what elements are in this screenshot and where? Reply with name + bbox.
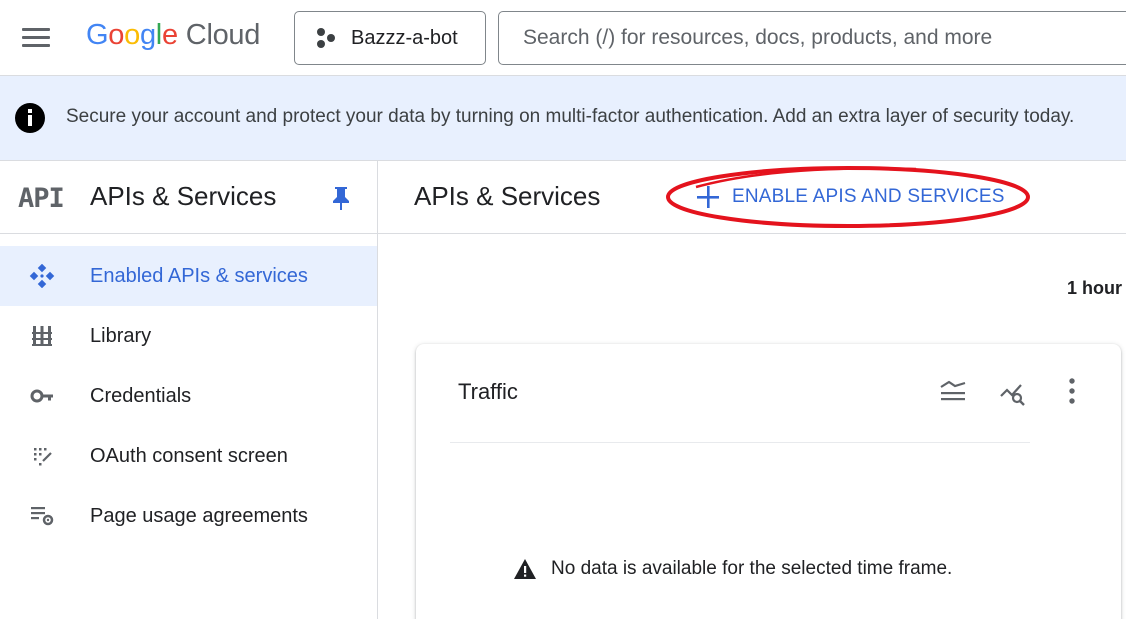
sidebar-item-label: OAuth consent screen [90,445,288,467]
search-input[interactable] [523,26,1126,50]
plus-icon [697,186,719,208]
logo-letter: e [161,19,178,51]
sidebar-item-label: Library [90,325,152,347]
enable-apis-label: ENABLE APIS AND SERVICES [732,186,1005,207]
empty-state-message: No data is available for the selected ti… [551,558,953,579]
sidebar-item-credentials[interactable]: Credentials [0,366,377,426]
logo-product: Cloud [185,19,261,51]
sidebar-title: APIs & Services [90,181,277,211]
sidebar-nav: Enabled APIs & services Library Credenti… [0,246,377,546]
explore-icon[interactable] [1000,382,1026,406]
pin-icon[interactable] [330,185,352,211]
legend-icon[interactable] [940,380,966,402]
mfa-banner: Secure your account and protect your dat… [0,76,1126,161]
top-bar: Go o g l e Cloud Bazzz-a-bot [0,0,1126,76]
sidebar-item-label: Enabled APIs & services [90,265,308,287]
main-menu-icon[interactable] [18,24,54,52]
oauth-icon [34,448,52,466]
sidebar-item-label: Page usage agreements [90,505,308,527]
info-icon [15,103,45,133]
logo-letter: o [124,19,140,51]
traffic-card: Traffic No data is available for the sel… [416,344,1121,619]
card-title: Traffic [458,379,518,404]
google-cloud-logo[interactable]: Go o g l e Cloud [86,19,260,55]
project-name: Bazzz-a-bot [351,26,458,49]
enable-apis-button[interactable]: ENABLE APIS AND SERVICES [696,181,1005,213]
search-bar[interactable] [498,11,1126,65]
sidebar: API APIs & Services Enabled APIs & servi [0,161,378,619]
sidebar-item-oauth-consent[interactable]: OAuth consent screen [0,426,377,486]
cloud-console-page: GoogleCloud Bazzz-a-bot Secure your acco… [0,0,1126,619]
banner-text: Secure your account and protect your dat… [66,106,1075,127]
project-dots-icon [317,28,335,48]
key-icon [30,389,53,403]
project-picker-button[interactable]: Bazzz-a-bot [294,11,486,65]
logo-letter: g [139,19,156,51]
library-icon [32,326,52,346]
card-divider [450,442,1030,443]
sidebar-item-page-usage[interactable]: Page usage agreements [0,486,377,546]
sidebar-item-enabled-apis[interactable]: Enabled APIs & services [0,246,377,306]
empty-state: No data is available for the selected ti… [513,558,952,580]
warning-icon [514,559,536,579]
time-range-label[interactable]: 1 hour [1067,278,1122,299]
page-title: APIs & Services [414,181,601,211]
sidebar-item-library[interactable]: Library [0,306,377,366]
logo-letter: G [86,19,109,51]
more-vert-icon[interactable] [1067,378,1077,404]
logo-letter: o [108,19,125,51]
settings-list-icon [31,507,54,526]
sidebar-header: API APIs & Services [0,161,377,234]
api-icon: API [18,183,65,214]
main-header: APIs & Services ENABLE APIS AND SERVICES [378,161,1126,234]
sidebar-item-label: Credentials [90,385,192,407]
enabled-apis-icon [29,264,55,288]
